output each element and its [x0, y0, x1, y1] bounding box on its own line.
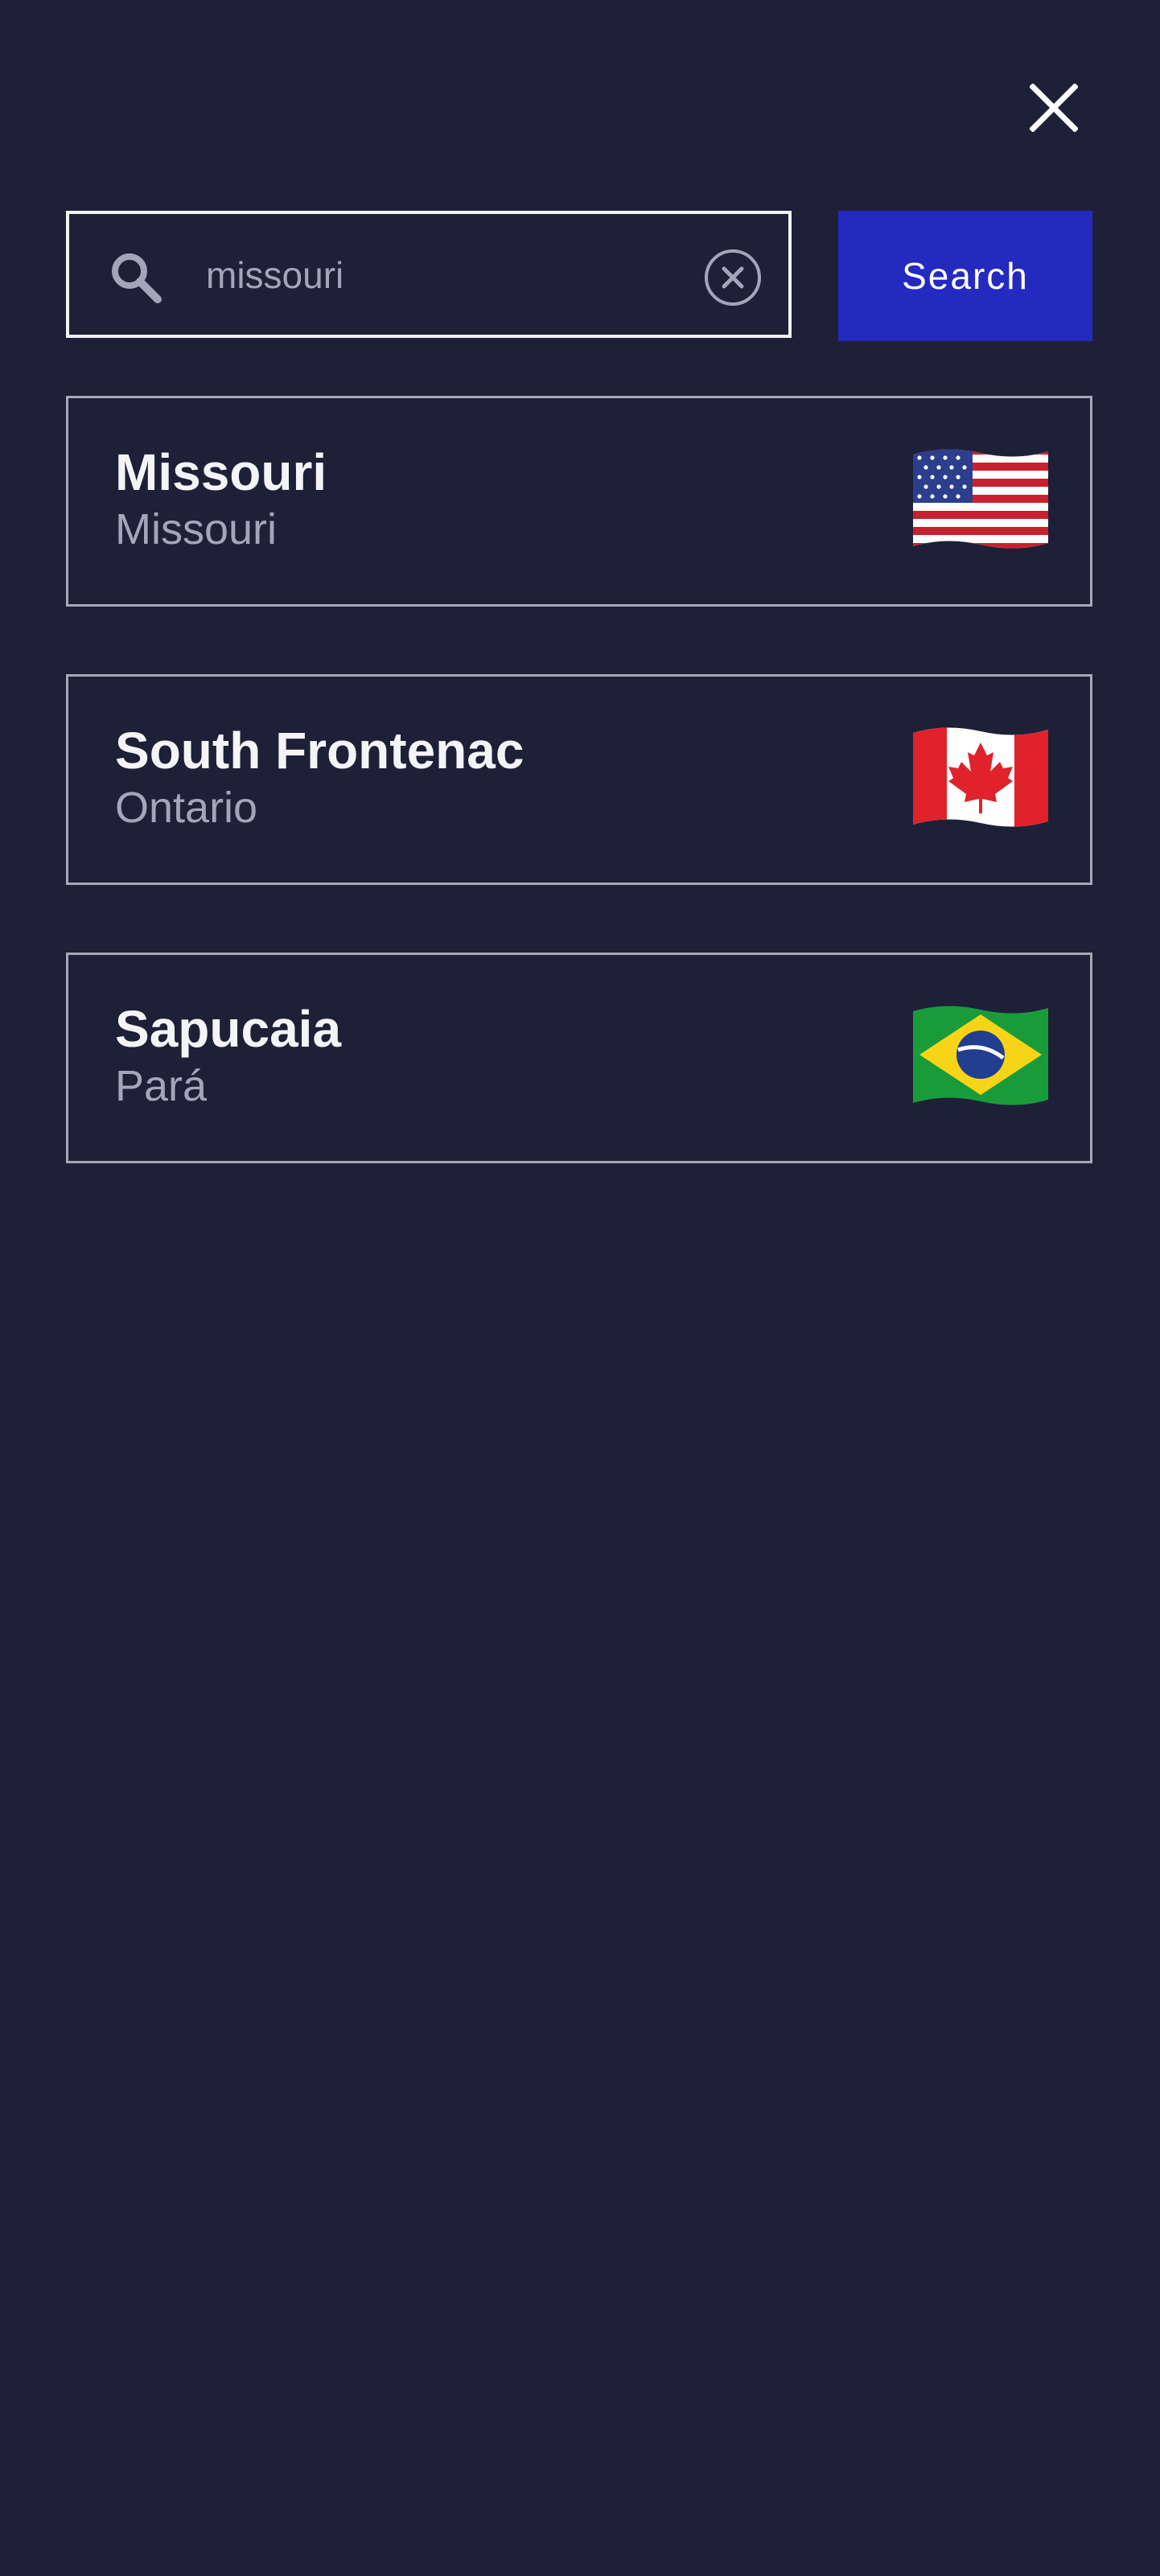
search-input[interactable] — [206, 238, 737, 312]
canada-flag-icon — [913, 727, 1048, 827]
results-list: Missouri Missouri South Frontenac Ontari… — [66, 396, 1092, 1231]
close-button[interactable] — [1020, 74, 1088, 142]
result-name: South Frontenac — [115, 722, 524, 780]
close-icon — [1030, 84, 1078, 132]
result-region: Pará — [115, 1062, 208, 1110]
search-field[interactable] — [66, 211, 792, 338]
search-screen: Search Missouri Missouri — [0, 0, 1160, 2576]
clear-search-icon[interactable] — [703, 248, 763, 307]
brazil-flag-icon — [913, 1006, 1048, 1105]
result-item-missouri[interactable]: Missouri Missouri — [66, 396, 1092, 607]
search-bar: Search — [66, 211, 1092, 341]
result-name: Sapucaia — [115, 1000, 342, 1058]
result-item-sapucaia[interactable]: Sapucaia Pará — [66, 953, 1092, 1163]
search-button[interactable]: Search — [838, 211, 1092, 341]
search-icon — [112, 253, 162, 303]
result-name: Missouri — [115, 443, 327, 501]
result-item-south-frontenac[interactable]: South Frontenac Ontario — [66, 674, 1092, 885]
result-region: Ontario — [115, 784, 258, 832]
result-region: Missouri — [115, 505, 278, 553]
us-flag-icon — [913, 449, 1048, 549]
